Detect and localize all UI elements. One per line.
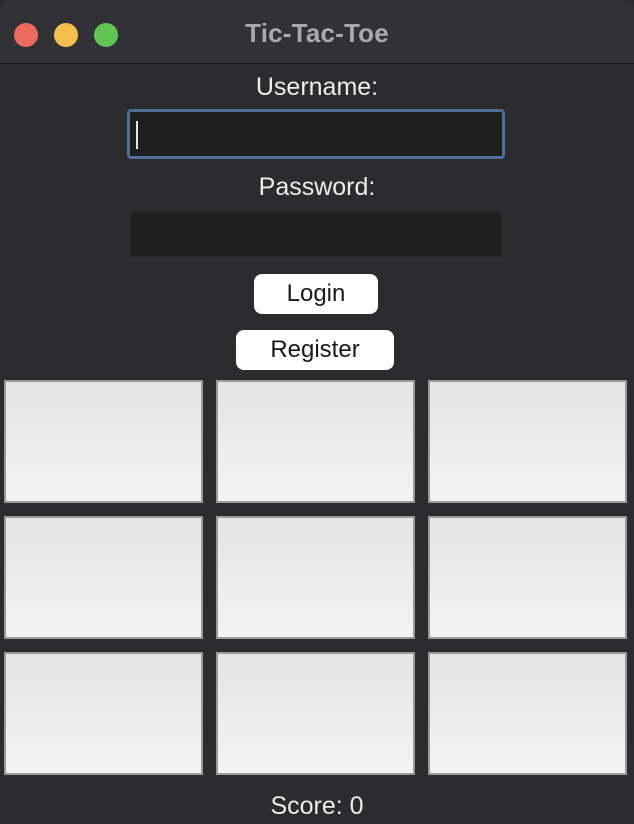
board-cell-1[interactable] bbox=[4, 380, 203, 503]
board-cell-8[interactable] bbox=[216, 652, 415, 775]
register-button[interactable]: Register bbox=[236, 330, 394, 370]
app-window: Tic-Tac-Toe Username: Password: Login Re… bbox=[0, 0, 634, 824]
text-cursor bbox=[136, 121, 138, 149]
board-cell-3[interactable] bbox=[428, 380, 627, 503]
login-button[interactable]: Login bbox=[254, 274, 378, 314]
score-label: Score: 0 bbox=[270, 792, 364, 820]
board-cell-6[interactable] bbox=[428, 516, 627, 639]
board-cell-2[interactable] bbox=[216, 380, 415, 503]
board-cell-7[interactable] bbox=[4, 652, 203, 775]
board-cell-5[interactable] bbox=[216, 516, 415, 639]
username-label: Username: bbox=[255, 73, 379, 101]
board-cell-4[interactable] bbox=[4, 516, 203, 639]
username-field[interactable] bbox=[127, 109, 505, 159]
password-field[interactable] bbox=[130, 212, 502, 257]
title-bar: Tic-Tac-Toe bbox=[0, 0, 634, 64]
window-title: Tic-Tac-Toe bbox=[245, 18, 389, 48]
password-label: Password: bbox=[258, 173, 376, 201]
board-cell-9[interactable] bbox=[428, 652, 627, 775]
